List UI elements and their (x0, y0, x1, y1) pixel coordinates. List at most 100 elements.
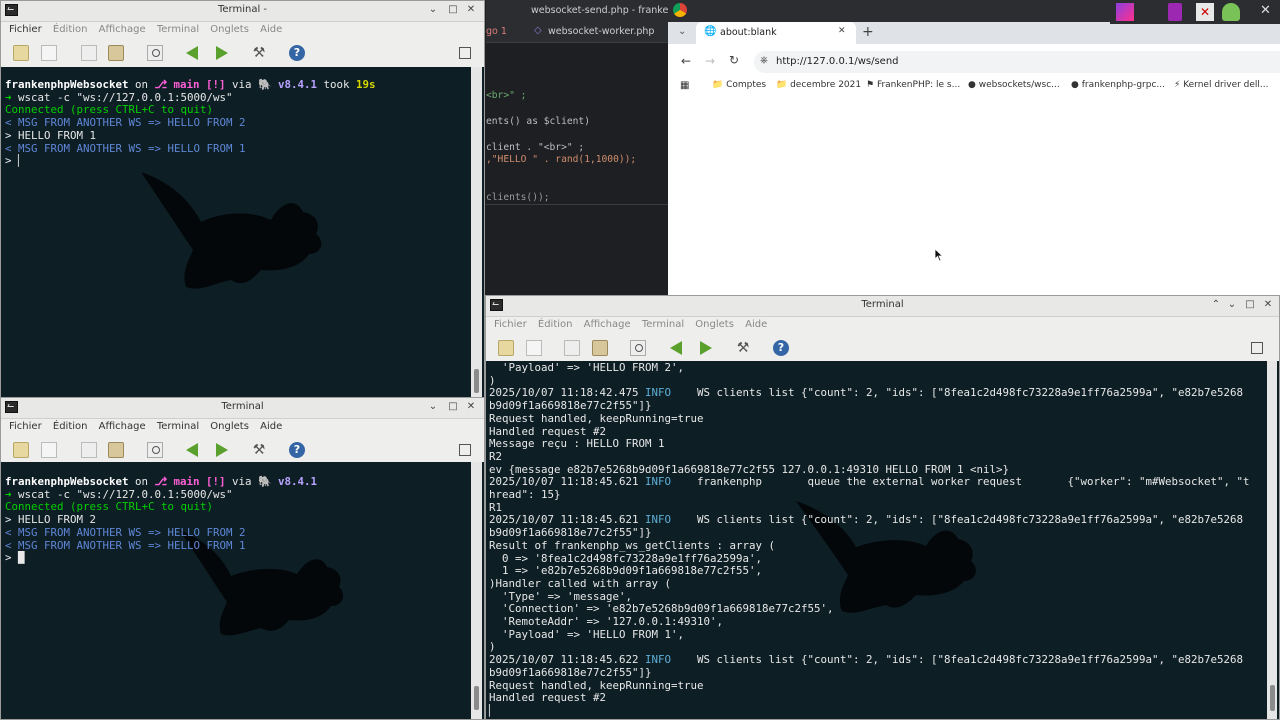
find-icon[interactable] (147, 442, 163, 458)
new-tab-icon[interactable] (13, 442, 29, 458)
page-content[interactable] (668, 98, 1280, 296)
title-bar[interactable]: Terminal ⌃ ⌄ □ ✕ (486, 296, 1279, 317)
terminal-output-area[interactable]: 'Payload' => 'HELLO FROM 2',) 2025/10/07 … (486, 361, 1279, 719)
scrollbar-thumb[interactable] (1270, 685, 1275, 711)
scrollbar-thumb[interactable] (474, 369, 479, 393)
next-tab-icon[interactable] (216, 443, 228, 457)
new-tab-button[interactable]: + (862, 24, 874, 40)
site-info-icon[interactable]: ⎈ (760, 55, 768, 66)
copy-icon[interactable] (564, 340, 580, 356)
new-tab-icon[interactable] (498, 340, 514, 356)
android-icon[interactable] (1222, 3, 1240, 21)
new-window-icon[interactable] (41, 45, 57, 61)
previous-tab-icon[interactable] (670, 341, 682, 355)
code-editor[interactable]: <br>" ; ents() as $client) client . "<br… (486, 43, 668, 296)
menu-aide[interactable]: Aide (745, 319, 767, 330)
menu-aide[interactable]: Aide (260, 421, 282, 432)
menu-affichage[interactable]: Affichage (99, 24, 146, 35)
menu-terminal[interactable]: Terminal (157, 421, 199, 432)
maximize-button[interactable]: □ (1243, 298, 1257, 312)
help-icon[interactable]: ? (289, 45, 305, 61)
ide-tab-active[interactable]: websocket-worker.php (548, 26, 654, 37)
find-icon[interactable] (147, 45, 163, 61)
browser-tab[interactable]: 🌐 about:blank ✕ (696, 22, 856, 44)
bookmark-kernel-driver[interactable]: ⚡ Kernel driver dell... (1174, 80, 1269, 90)
menu-affichage[interactable]: Affichage (99, 421, 146, 432)
bookmark-decembre-2021[interactable]: 📁 decembre 2021 (776, 80, 861, 90)
fullscreen-icon[interactable] (1251, 342, 1263, 354)
help-icon[interactable]: ? (773, 340, 789, 356)
terminal-text-segment: 2025/10/07 11:18:45.621 (489, 513, 646, 527)
preferences-icon[interactable]: ⚒ (735, 340, 751, 356)
close-button[interactable]: ✕ (1261, 298, 1275, 312)
terminal-text-segment: b9d09f1a669818e77c2f55"]} (489, 526, 652, 540)
preferences-icon[interactable]: ⚒ (251, 442, 267, 458)
new-window-icon[interactable] (526, 340, 542, 356)
apps-icon[interactable]: ▦ (680, 80, 689, 91)
paste-icon[interactable] (108, 442, 124, 458)
menu-fichier[interactable]: Fichier (494, 319, 527, 330)
minimize-button[interactable]: ⌄ (426, 3, 440, 17)
bookmark-comptes[interactable]: 📁 Comptes (712, 80, 766, 90)
title-bar[interactable]: Terminal - ⌄ □ ✕ (1, 1, 484, 22)
menu-fichier[interactable]: Fichier (9, 24, 42, 35)
reload-icon[interactable]: ↻ (729, 53, 739, 67)
menu-edition[interactable]: Édition (53, 421, 88, 432)
terminal-output-area[interactable]: frankenphpWebsocket on ⎇ main [!] via 🐘 … (1, 67, 484, 397)
minimize-button[interactable]: ⌃ (1209, 298, 1223, 312)
fullscreen-icon[interactable] (459, 444, 471, 456)
close-button[interactable]: ✕ (464, 3, 478, 17)
new-tab-icon[interactable] (13, 45, 29, 61)
help-icon[interactable]: ? (289, 442, 305, 458)
bookmark-websockets[interactable]: ● websockets/wsc... (968, 80, 1060, 90)
forms-icon[interactable] (1168, 3, 1182, 21)
paste-icon[interactable] (108, 45, 124, 61)
menu-onglets[interactable]: Onglets (695, 319, 734, 330)
tab-search-button[interactable]: ⌄ (678, 26, 686, 37)
menu-edition[interactable]: Édition (538, 319, 573, 330)
preferences-icon[interactable]: ⚒ (251, 45, 267, 61)
scrollbar[interactable] (471, 462, 482, 719)
menu-terminal[interactable]: Terminal (157, 24, 199, 35)
copy-icon[interactable] (81, 45, 97, 61)
bookmark-frankenphp-grpc[interactable]: ● frankenphp-grpc... (1071, 80, 1165, 90)
bookmark-frankenphp[interactable]: ⚑ FrankenPHP: le s... (866, 80, 960, 90)
menu-fichier[interactable]: Fichier (9, 421, 42, 432)
paste-icon[interactable] (592, 340, 608, 356)
terminal-text-segment: > (5, 551, 19, 565)
menu-affichage[interactable]: Affichage (584, 319, 631, 330)
menu-terminal[interactable]: Terminal (642, 319, 684, 330)
title-bar[interactable]: Terminal ⌄ □ ✕ (1, 398, 484, 419)
menu-aide[interactable]: Aide (260, 24, 282, 35)
previous-tab-icon[interactable] (186, 443, 198, 457)
scrollbar[interactable] (471, 67, 482, 397)
menu-onglets[interactable]: Onglets (210, 24, 249, 35)
copy-icon[interactable] (81, 442, 97, 458)
scrollbar-thumb[interactable] (474, 686, 479, 710)
iconify-button[interactable]: ⌄ (1225, 298, 1239, 312)
menu-edition[interactable]: Édition (53, 24, 88, 35)
maximize-button[interactable]: □ (446, 3, 460, 17)
find-icon[interactable] (630, 340, 646, 356)
ide-title-bar[interactable]: websocket-send.php - frankenphp (486, 0, 692, 22)
new-window-icon[interactable] (41, 442, 57, 458)
close-tab-icon[interactable]: ✕ (838, 26, 846, 36)
maximize-button[interactable]: □ (446, 400, 460, 414)
forward-icon[interactable]: → (705, 54, 715, 68)
ide-tab[interactable]: go 1 (486, 26, 507, 37)
menu-onglets[interactable]: Onglets (210, 421, 249, 432)
scrollbar[interactable] (1267, 361, 1277, 719)
terminal-line: 'Payload' => 'HELLO FROM 2', (489, 361, 1250, 375)
next-tab-icon[interactable] (216, 46, 228, 60)
close-button[interactable]: ✕ (464, 400, 478, 414)
back-icon[interactable]: ← (681, 54, 691, 68)
phpstorm-icon[interactable] (1116, 3, 1134, 21)
previous-tab-icon[interactable] (186, 46, 198, 60)
window-close-button[interactable]: ✕ (1260, 3, 1271, 18)
close-app-icon[interactable]: ✕ (1196, 3, 1214, 21)
terminal-output-area[interactable]: frankenphpWebsocket on ⎇ main [!] via 🐘 … (1, 462, 484, 719)
fullscreen-icon[interactable] (459, 47, 471, 59)
next-tab-icon[interactable] (700, 341, 712, 355)
minimize-button[interactable]: ⌄ (426, 400, 440, 414)
address-bar[interactable]: ⎈ http://127.0.0.1/ws/send (754, 51, 1280, 73)
